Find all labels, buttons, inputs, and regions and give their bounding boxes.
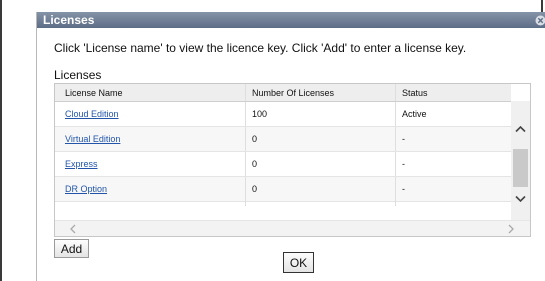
licenses-dialog: Licenses Click 'License name' to view th… — [36, 12, 545, 281]
license-link-cloud-edition[interactable]: Cloud Edition — [65, 109, 119, 119]
license-count: 0 — [245, 177, 395, 201]
license-count: 0 — [245, 127, 395, 151]
table-row: Express 0 - — [55, 152, 511, 177]
chevron-up-icon[interactable] — [514, 123, 527, 136]
window-border-left — [0, 0, 2, 281]
license-status: - — [395, 127, 511, 151]
section-label: Licenses — [54, 68, 102, 82]
license-link-dr-option[interactable]: DR Option — [65, 184, 107, 194]
table-row-partial — [55, 200, 511, 220]
dialog-titlebar[interactable]: Licenses — [37, 12, 545, 28]
table-row: DR Option 0 - — [55, 177, 511, 202]
horizontal-scrollbar[interactable] — [55, 220, 530, 236]
chevron-right-icon[interactable] — [505, 223, 517, 235]
licenses-table: License Name Number Of Licenses Status C… — [54, 83, 531, 237]
vertical-scrollbar[interactable] — [511, 101, 530, 221]
license-status: Active — [395, 102, 511, 126]
chevron-left-icon[interactable] — [67, 223, 79, 235]
license-count: 0 — [245, 152, 395, 176]
license-link-virtual-edition[interactable]: Virtual Edition — [65, 134, 120, 144]
table-row: Cloud Edition 100 Active — [55, 102, 511, 127]
column-header-status[interactable]: Status — [395, 84, 511, 101]
license-link-express[interactable]: Express — [65, 159, 98, 169]
license-count: 100 — [245, 102, 395, 126]
license-status: - — [395, 177, 511, 201]
add-button[interactable]: Add — [54, 239, 89, 258]
ok-button[interactable]: OK — [283, 252, 314, 273]
table-header: License Name Number Of Licenses Status — [55, 84, 511, 102]
chevron-down-icon[interactable] — [514, 192, 527, 205]
column-header-number-of-licenses[interactable]: Number Of Licenses — [245, 84, 395, 101]
column-header-license-name[interactable]: License Name — [55, 84, 245, 101]
license-status: - — [395, 152, 511, 176]
vertical-scrollbar-thumb[interactable] — [513, 149, 528, 187]
table-row: Virtual Edition 0 - — [55, 127, 511, 152]
instruction-text: Click 'License name' to view the licence… — [54, 41, 467, 55]
dialog-title: Licenses — [43, 13, 95, 27]
close-icon[interactable] — [535, 15, 545, 26]
